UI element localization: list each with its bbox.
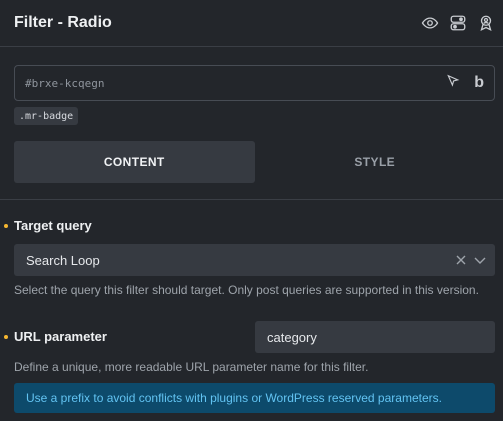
tab-content[interactable]: CONTENT [14,141,255,183]
class-badge[interactable]: .mr-badge [14,107,79,125]
select-controls [455,253,487,267]
url-parameter-label-row: URL parameter [14,329,107,344]
url-parameter-help: Define a unique, more readable URL param… [14,360,369,374]
panel-tabs: CONTENT STYLE [14,141,495,183]
cursor-icon[interactable] [446,74,460,93]
target-query-label: Target query [14,218,92,233]
eye-icon[interactable] [421,14,439,32]
id-field-tools: b [446,74,484,93]
user-badge-icon[interactable] [477,14,495,32]
tab-style[interactable]: STYLE [255,141,496,183]
toggle-icon[interactable] [449,14,467,32]
url-parameter-input[interactable]: category [255,321,495,353]
header-icons [421,14,495,32]
target-query-value: Search Loop [26,252,100,268]
required-dot [4,224,8,228]
css-id-field[interactable]: #brxe-kcqegn b [14,65,495,101]
chevron-down-icon[interactable] [473,253,487,267]
target-query-help: Select the query this filter should targ… [14,283,479,297]
panel-title: Filter - Radio [14,14,112,31]
bold-b-icon[interactable]: b [474,74,484,92]
target-query-select[interactable]: Search Loop [14,244,495,276]
url-parameter-label: URL parameter [14,329,107,344]
target-query-label-row: Target query [14,218,92,233]
section-divider [0,199,503,200]
required-dot [4,335,8,339]
clear-icon[interactable] [455,254,467,266]
css-id-value: #brxe-kcqegn [25,76,105,90]
url-parameter-notice: Use a prefix to avoid conflicts with plu… [14,383,495,413]
panel-header: Filter - Radio [0,0,503,47]
